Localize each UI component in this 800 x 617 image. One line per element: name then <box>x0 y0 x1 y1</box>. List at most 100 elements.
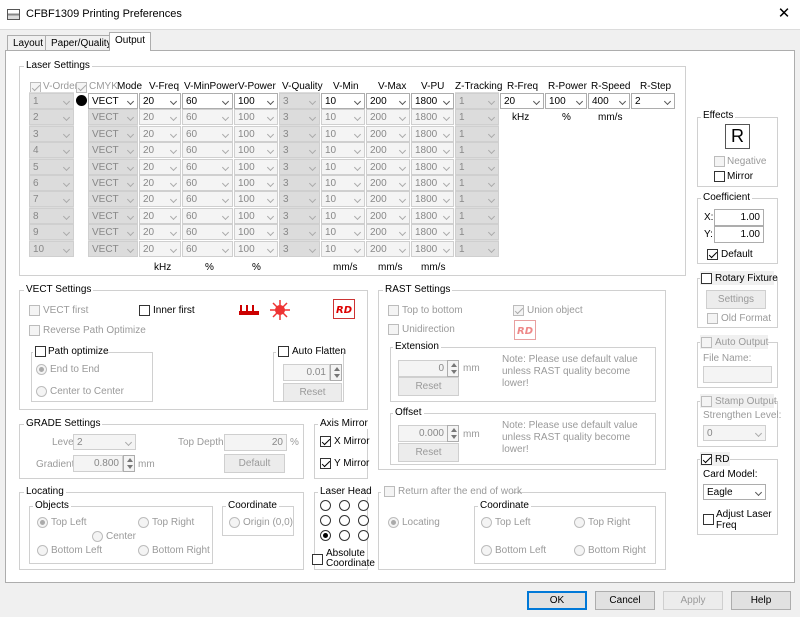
return-checkbox[interactable] <box>384 486 395 497</box>
absolute-coordinate-checkbox[interactable] <box>312 554 323 565</box>
close-icon[interactable]: ✕ <box>774 4 794 24</box>
origin-radio[interactable] <box>229 517 240 528</box>
row10-v-power-select[interactable]: 100 <box>234 240 278 257</box>
row5-v-freq-select[interactable]: 20 <box>139 158 181 175</box>
row8-v-pu-select[interactable]: 1800 <box>411 207 454 224</box>
row1-r-step-select[interactable]: 2 <box>631 93 675 109</box>
mirror-checkbox[interactable] <box>714 171 725 182</box>
laser-head-radio-2-0[interactable] <box>320 530 331 541</box>
row8-z-tracking-select[interactable]: 1 <box>455 207 499 224</box>
obj-top-right-radio[interactable] <box>138 517 149 528</box>
top-depth-input[interactable]: 20 <box>224 434 287 451</box>
row8-v-quality-select[interactable]: 3 <box>279 207 320 224</box>
laser-head-radio-0-2[interactable] <box>358 500 369 511</box>
row6-v-max-select[interactable]: 200 <box>366 175 410 191</box>
row3-v-freq-select[interactable]: 20 <box>139 125 181 142</box>
rast-rd-icon[interactable]: RD <box>514 320 536 340</box>
row5-v-pu-select[interactable]: 1800 <box>411 158 454 175</box>
union-object-checkbox[interactable] <box>513 305 524 316</box>
row7-v-power-select[interactable]: 100 <box>234 191 278 208</box>
laser-head-radio-1-2[interactable] <box>358 515 369 526</box>
flatten-value-input[interactable]: 0.01 <box>283 364 330 381</box>
apply-button[interactable]: Apply <box>663 591 723 610</box>
row3-v-quality-select[interactable]: 3 <box>279 125 320 142</box>
row7-v-minpower-select[interactable]: 60 <box>182 191 233 208</box>
row7-v-min-select[interactable]: 10 <box>321 191 365 208</box>
row1-z-tracking-select[interactable]: 1 <box>455 93 499 109</box>
grade-default-button[interactable]: Default <box>224 454 285 473</box>
strengthen-level-select[interactable]: 0 <box>703 425 766 441</box>
row8-mode-select[interactable]: VECT <box>88 207 138 224</box>
row1-v-quality-select[interactable]: 3 <box>279 93 320 109</box>
cancel-button[interactable]: Cancel <box>595 591 655 610</box>
laser-head-radio-2-1[interactable] <box>339 530 350 541</box>
extension-reset-button[interactable]: Reset <box>398 377 459 396</box>
row2-order-select[interactable]: 2 <box>29 109 74 126</box>
row2-z-tracking-select[interactable]: 1 <box>455 109 499 126</box>
row1-order-select[interactable]: 1 <box>29 93 74 109</box>
laser-head-radio-0-0[interactable] <box>320 500 331 511</box>
row2-v-freq-select[interactable]: 20 <box>139 109 181 126</box>
row2-v-minpower-select[interactable]: 60 <box>182 109 233 126</box>
row4-v-power-select[interactable]: 100 <box>234 142 278 159</box>
cut-path-icon[interactable] <box>237 299 261 321</box>
row8-v-power-select[interactable]: 100 <box>234 207 278 224</box>
coef-y-input[interactable]: 1.00 <box>714 226 764 243</box>
row1-v-pu-select[interactable]: 1800 <box>411 93 454 109</box>
row1-r-freq-select[interactable]: 20 <box>500 93 544 109</box>
offset-input[interactable]: 0.000 <box>398 425 448 442</box>
row10-v-pu-select[interactable]: 1800 <box>411 240 454 257</box>
row2-mode-select[interactable]: VECT <box>88 109 138 126</box>
negative-checkbox[interactable] <box>714 156 725 167</box>
row10-v-min-select[interactable]: 10 <box>321 240 365 257</box>
row1-r-power-select[interactable]: 100 <box>545 93 587 109</box>
laser-head-radio-2-2[interactable] <box>358 530 369 541</box>
row10-v-freq-select[interactable]: 20 <box>139 240 181 257</box>
row5-z-tracking-select[interactable]: 1 <box>455 158 499 175</box>
row6-v-power-select[interactable]: 100 <box>234 175 278 191</box>
row10-v-minpower-select[interactable]: 60 <box>182 240 233 257</box>
ret-bottom-left-radio[interactable] <box>481 545 492 556</box>
row3-v-min-select[interactable]: 10 <box>321 125 365 142</box>
offset-reset-button[interactable]: Reset <box>398 443 459 462</box>
coef-default-checkbox[interactable] <box>707 249 718 260</box>
row1-v-min-select[interactable]: 10 <box>321 93 365 109</box>
row6-v-minpower-select[interactable]: 60 <box>182 175 233 191</box>
adjust-laser-freq-checkbox[interactable] <box>703 514 714 525</box>
row10-mode-select[interactable]: VECT <box>88 240 138 257</box>
row7-z-tracking-select[interactable]: 1 <box>455 191 499 208</box>
row4-order-select[interactable]: 4 <box>29 142 74 159</box>
rd-checkbox[interactable] <box>701 454 712 465</box>
row6-mode-select[interactable]: VECT <box>88 175 138 191</box>
row4-v-minpower-select[interactable]: 60 <box>182 142 233 159</box>
row7-v-quality-select[interactable]: 3 <box>279 191 320 208</box>
row5-v-quality-select[interactable]: 3 <box>279 158 320 175</box>
row4-z-tracking-select[interactable]: 1 <box>455 142 499 159</box>
row10-v-quality-select[interactable]: 3 <box>279 240 320 257</box>
row3-v-pu-select[interactable]: 1800 <box>411 125 454 142</box>
flatten-spinner[interactable] <box>330 364 342 381</box>
row9-v-max-select[interactable]: 200 <box>366 224 410 241</box>
row1-v-power-select[interactable]: 100 <box>234 93 278 109</box>
row4-v-min-select[interactable]: 10 <box>321 142 365 159</box>
help-button[interactable]: Help <box>731 591 791 610</box>
row7-v-max-select[interactable]: 200 <box>366 191 410 208</box>
row8-v-minpower-select[interactable]: 60 <box>182 207 233 224</box>
ok-button[interactable]: OK <box>527 591 587 610</box>
row9-z-tracking-select[interactable]: 1 <box>455 224 499 241</box>
row6-v-pu-select[interactable]: 1800 <box>411 175 454 191</box>
rotary-settings-button[interactable]: Settings <box>706 290 766 309</box>
rotary-fixture-checkbox[interactable] <box>701 273 712 284</box>
offset-spinner[interactable] <box>447 425 459 442</box>
row2-v-min-select[interactable]: 10 <box>321 109 365 126</box>
laser-head-radio-0-1[interactable] <box>339 500 350 511</box>
row4-v-pu-select[interactable]: 1800 <box>411 142 454 159</box>
row8-v-min-select[interactable]: 10 <box>321 207 365 224</box>
flatten-reset-button[interactable]: Reset <box>283 383 342 402</box>
row5-v-minpower-select[interactable]: 60 <box>182 158 233 175</box>
row3-z-tracking-select[interactable]: 1 <box>455 125 499 142</box>
gradient-spinner[interactable] <box>123 455 135 472</box>
laser-head-radio-1-0[interactable] <box>320 515 331 526</box>
auto-flatten-checkbox[interactable] <box>278 346 289 357</box>
row5-v-max-select[interactable]: 200 <box>366 158 410 175</box>
